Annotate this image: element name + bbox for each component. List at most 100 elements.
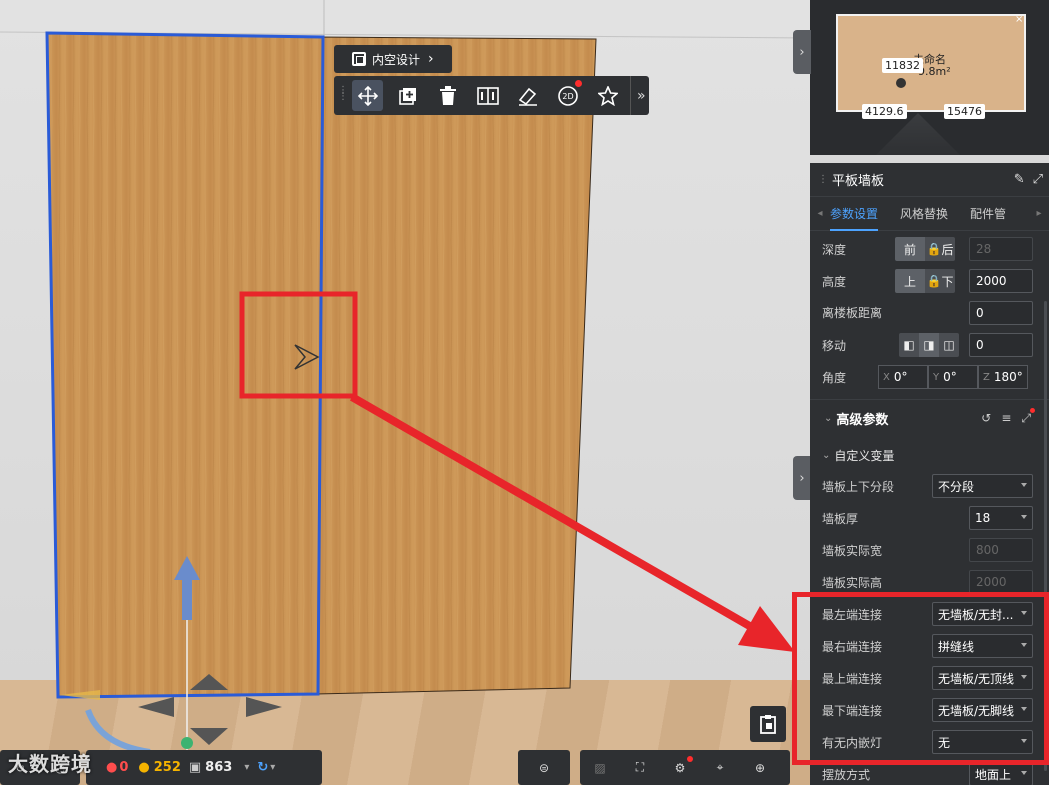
move-mode-3-icon[interactable]: ◫ [939,333,959,357]
stats-dropdown-caret[interactable]: ▾ [244,762,249,773]
frame-icon [352,52,366,66]
settings-icon[interactable]: ⚙ [669,755,693,777]
angle-y-input[interactable]: Y 0° [928,365,978,389]
chevron-right-icon: › [799,44,805,60]
custom-vars-title: 自定义变量 [834,448,895,463]
placement-dropdown[interactable]: 地面上 [969,762,1033,785]
move-label: 移动 [822,338,847,353]
focus-icon[interactable]: ⌖ [709,759,731,777]
depth-input[interactable]: 28 [969,237,1033,261]
chevron-down-icon: ⌄ [824,413,833,424]
actual-height-input[interactable]: 2000 [969,570,1033,594]
trash-icon [439,85,456,105]
image-icon[interactable]: ▨ [589,759,611,777]
expand-advanced-icon[interactable]: ⤢ [1021,408,1035,426]
zoom-icon[interactable]: ⊕ [749,759,771,777]
favorite-button[interactable] [592,80,623,111]
minimap[interactable]: 未命名 9.8m² 11832 4129.6 15476 × [810,0,1049,155]
field-label: 墙板实际宽 [822,543,883,558]
depth-front-button[interactable]: 前 [895,237,925,261]
brush-icon [518,87,537,106]
svg-text:2D: 2D [562,92,573,101]
panel-tabs: ◂ 参数设置 风格替换 配件管 ▸ [810,197,1049,231]
interior-design-button[interactable]: 内空设计 › [334,45,452,73]
sync-icon[interactable]: ↻ [257,760,268,775]
segment-dropdown[interactable]: 不分段 [932,474,1033,498]
dimension-right: 15476 [944,104,985,119]
height-down-label: 下 [941,274,954,289]
advanced-params-header[interactable]: ⌄ 高级参数 ↺ ≡ ⤢ [810,399,1049,437]
tab-accessories[interactable]: 配件管 [970,197,1006,231]
list-icon[interactable]: ≡ [1001,411,1011,426]
interior-design-label: 内空设计 [372,52,421,67]
object-count-icon: ▣ [188,760,202,775]
move-input[interactable]: 0 [969,333,1033,357]
delete-tool-button[interactable] [432,80,463,111]
camera-view-cone [876,113,960,155]
3d-viewport[interactable]: 内空设计 › ⋮ ⋮ 2D » [0,0,810,785]
angle-x-axis: X [883,371,890,383]
2d-view-button[interactable]: 2D [552,80,583,111]
collapse-panel-tab[interactable]: › [793,456,811,500]
highlight-arrowhead [738,606,795,652]
caret-down-icon [1021,483,1027,487]
toggle-switch-icon[interactable]: ⊜ [533,759,555,777]
dropdown-value: 地面上 [975,767,1012,782]
drag-handle-icon[interactable]: ⋮ [818,174,828,185]
height-input[interactable]: 2000 [969,269,1033,293]
sync-dropdown-caret[interactable]: ▾ [270,762,275,773]
move-tool-button[interactable] [352,80,383,111]
actual-width-input[interactable]: 800 [969,538,1033,562]
copy-add-icon [398,87,416,105]
clipboard-button[interactable] [750,706,786,742]
dimension-left: 4129.6 [862,104,907,119]
notification-dot [575,80,582,87]
toolbar-more-button[interactable]: » [630,76,646,115]
dropdown-value: 18 [975,511,991,525]
view-tools-bar: ▨ ⛶ ⚙ ⌖ ⊕ [580,750,790,785]
angle-z-value: 180° [993,370,1023,384]
field-label: 墙板实际高 [822,575,883,590]
move-icon [357,85,378,106]
move-mode-toggle: ◧ ◨ ◫ [899,333,959,357]
caret-down-icon [1021,515,1027,519]
close-icon[interactable]: × [1015,14,1023,25]
depth-back-button[interactable]: 🔒 后 [925,237,955,261]
drag-handle-icon[interactable]: ⋮ ⋮ [338,85,348,104]
paint-tool-button[interactable] [512,80,543,111]
object-toolbar: ⋮ ⋮ 2D » [334,76,649,115]
tab-parameters[interactable]: 参数设置 [830,197,879,231]
highlight-box-fields [792,592,1049,765]
angle-z-input[interactable]: Z 180° [978,365,1028,389]
screen-record-icon[interactable]: ⛶ [629,759,651,777]
edit-icon[interactable]: ✎ [1014,172,1025,187]
collapse-minimap-tab[interactable]: › [793,30,811,74]
angle-x-input[interactable]: X 0° [878,365,928,389]
camera-icon[interactable] [896,78,906,88]
depth-label: 深度 [822,242,847,257]
angle-y-axis: Y [933,371,940,383]
custom-vars-header[interactable]: ⌄ 自定义变量 [810,444,1049,466]
move-mode-2-icon[interactable]: ◨ [919,333,939,357]
height-down-button[interactable]: 🔒 下 [925,269,955,293]
height-toggle: 上 🔒 下 [895,269,955,293]
expand-icon[interactable]: ⤢ [1033,172,1043,187]
copy-tool-button[interactable] [392,80,423,111]
floor-distance-input[interactable]: 0 [969,301,1033,325]
panel-title: 平板墙板 [832,174,885,189]
reset-icon[interactable]: ↺ [981,411,991,426]
tab-scroll-left-icon[interactable]: ◂ [810,208,830,219]
angle-x-value: 0° [893,370,908,384]
thickness-dropdown[interactable]: 18 [969,506,1033,530]
move-mode-1-icon[interactable]: ◧ [899,333,919,357]
scene-canvas[interactable] [0,0,810,785]
mirror-tool-button[interactable] [472,80,503,111]
warning-count: 252 [153,760,181,775]
tab-scroll-right-icon[interactable]: ▸ [1029,208,1049,219]
floor-distance-label: 离楼板距离 [822,305,883,320]
height-up-button[interactable]: 上 [895,269,925,293]
warning-icon[interactable]: ● [138,760,149,775]
tab-style-replace[interactable]: 风格替换 [900,197,948,231]
wall-panel-right[interactable] [315,36,597,695]
error-icon[interactable]: ● [106,760,117,775]
